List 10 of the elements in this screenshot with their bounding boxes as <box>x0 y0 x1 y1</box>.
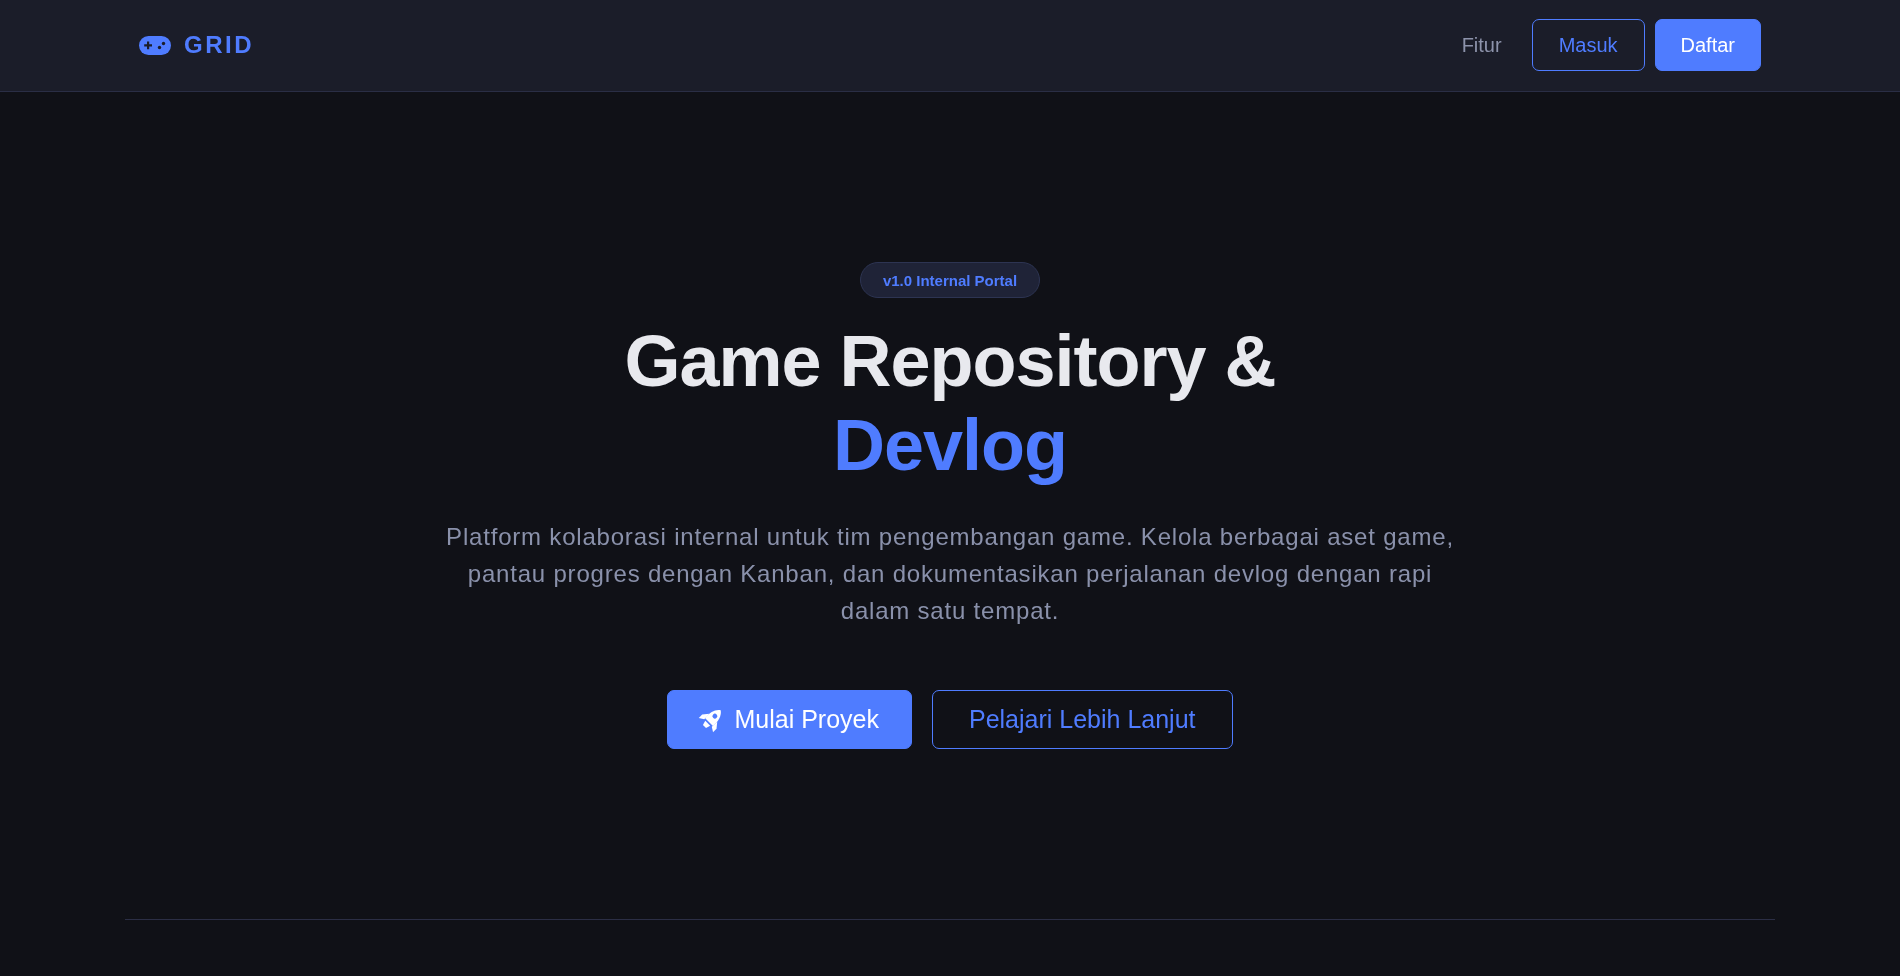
register-button[interactable]: Daftar <box>1654 19 1761 71</box>
version-badge: v1.0 Internal Portal <box>859 262 1041 298</box>
gamepad-icon <box>139 35 171 55</box>
nav-link[interactable]: Fitur <box>1461 33 1502 57</box>
hero-title: Game Repository & Devlog <box>624 320 1276 487</box>
brand-link[interactable]: GRID <box>139 31 254 59</box>
login-button[interactable]: Masuk <box>1531 19 1645 71</box>
start-project-button[interactable]: Mulai Proyek <box>667 690 912 749</box>
learn-more-button[interactable]: Pelajari Lebih Lanjut <box>931 690 1233 749</box>
hero-description: Platform kolaborasi internal untuk tim pengembangan game. Kelola berbagai aset game, pantau progres dengan Kanban, dan dokumentasikan perjalanan devlog dengan rapi dalam satu tempat. <box>445 522 1455 626</box>
